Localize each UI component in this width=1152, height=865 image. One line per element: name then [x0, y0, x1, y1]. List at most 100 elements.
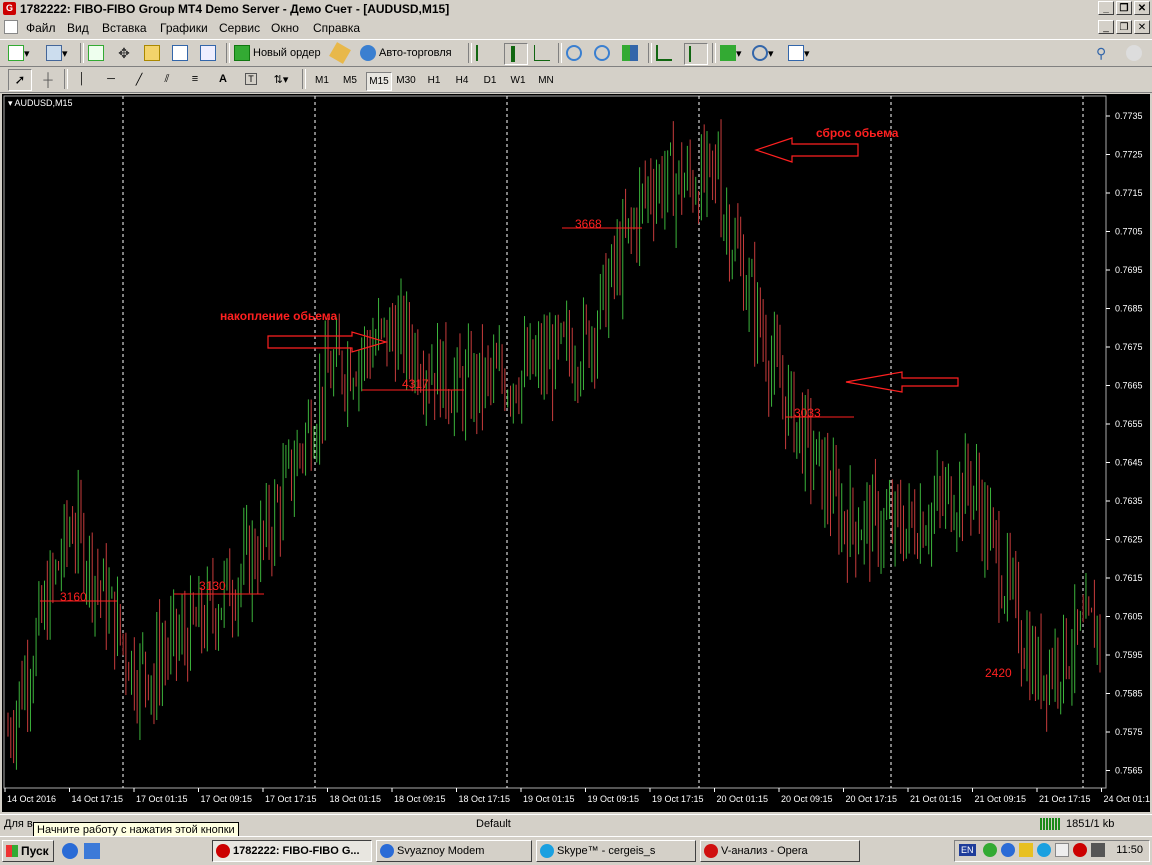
- tf-h1[interactable]: H1: [422, 72, 446, 89]
- price-chart[interactable]: 3160 3130 4317 3668 3033 2420 накопление обьем…: [2, 94, 1150, 812]
- app-icon[interactable]: G: [3, 2, 16, 15]
- language-indicator[interactable]: EN: [959, 844, 976, 856]
- new-chart-button[interactable]: ▾: [8, 43, 30, 63]
- menu-tools[interactable]: Сервис: [219, 21, 260, 35]
- tile-windows-icon: [622, 45, 638, 61]
- tf-m15[interactable]: M15: [366, 72, 392, 91]
- periods-button[interactable]: ▾: [752, 43, 774, 63]
- mdi-close-button[interactable]: ✕: [1134, 20, 1150, 34]
- menu-insert[interactable]: Вставка: [102, 21, 147, 35]
- trendline-icon: ╱: [135, 73, 143, 86]
- chart-window-icon[interactable]: [4, 20, 18, 34]
- line-chart-button[interactable]: [534, 43, 550, 63]
- navigator-button[interactable]: [144, 43, 160, 63]
- vertical-line-tool[interactable]: │: [74, 69, 90, 89]
- pencil-icon: [329, 42, 351, 64]
- strategy-tester-button[interactable]: [200, 43, 216, 63]
- desktop-icon[interactable]: [84, 843, 100, 859]
- profiles-icon: [46, 45, 62, 61]
- fibonacci-tool[interactable]: ≡: [186, 69, 204, 89]
- zoom-in-button[interactable]: [566, 43, 582, 63]
- menu-view[interactable]: Вид: [67, 21, 89, 35]
- mdi-minimize-button[interactable]: _: [1098, 20, 1114, 34]
- vertical-line-icon: │: [78, 73, 86, 85]
- tf-h4[interactable]: H4: [450, 72, 474, 89]
- restore-button[interactable]: ❐: [1116, 1, 1132, 15]
- community-button[interactable]: [1126, 43, 1142, 63]
- text-label-icon: T: [245, 73, 257, 85]
- candlestick-button[interactable]: [504, 43, 528, 65]
- arrows-tool[interactable]: ⇅▾: [268, 69, 294, 89]
- tf-d1[interactable]: D1: [478, 72, 502, 89]
- tf-m30[interactable]: M30: [394, 72, 418, 89]
- mt4-icon: [216, 844, 230, 858]
- tray-shield-icon[interactable]: [1019, 843, 1033, 857]
- task-opera[interactable]: V-анализ - Opera: [700, 840, 860, 862]
- price-tick-label: 0.7675: [1115, 342, 1143, 352]
- tray-skype-icon[interactable]: [1037, 843, 1051, 857]
- task-modem[interactable]: Svyaznoy Modem: [376, 840, 532, 862]
- tray-monitor-icon[interactable]: [1055, 843, 1069, 857]
- price-tick-label: 0.7735: [1115, 111, 1143, 121]
- terminal-button[interactable]: [172, 43, 188, 63]
- arrow-left-annotation-2: [845, 371, 959, 393]
- price-tick-label: 0.7625: [1115, 535, 1143, 545]
- time-tick-label: 20 Oct 17:15: [846, 794, 898, 804]
- task-skype[interactable]: Skype™ - cergeis_s: [536, 840, 696, 862]
- autotrading-button[interactable]: Авто-торговля: [360, 43, 452, 63]
- task-mt4[interactable]: 1782222: FIBO-FIBO G...: [212, 840, 372, 862]
- profiles-button[interactable]: ▾: [46, 43, 68, 63]
- crosshair-icon: ┼: [43, 71, 53, 87]
- tf-m1[interactable]: M1: [310, 72, 334, 89]
- status-help: Для в: [4, 818, 33, 830]
- menu-charts[interactable]: Графики: [160, 21, 208, 35]
- menu-window[interactable]: Окно: [271, 21, 299, 35]
- tile-windows-button[interactable]: [622, 43, 638, 63]
- tf-mn[interactable]: MN: [534, 72, 558, 89]
- trendline-tool[interactable]: ╱: [130, 69, 148, 89]
- search-button[interactable]: ⚲: [1096, 43, 1106, 63]
- tray-volume-icon[interactable]: [1091, 843, 1105, 857]
- data-window-button[interactable]: ✥: [116, 43, 132, 63]
- time-tick-label: 20 Oct 09:15: [781, 794, 833, 804]
- clock[interactable]: 11:50: [1116, 844, 1143, 856]
- ie-icon[interactable]: [62, 843, 78, 859]
- templates-button[interactable]: ▾: [788, 43, 810, 63]
- tray-app-icon[interactable]: [983, 843, 997, 857]
- text-tool[interactable]: A: [214, 69, 232, 89]
- close-button[interactable]: ✕: [1134, 1, 1150, 15]
- price-tick-label: 0.7585: [1115, 689, 1143, 699]
- taskbar: Пуск 1782222: FIBO-FIBO G... Svyaznoy Mo…: [0, 836, 1152, 865]
- channel-tool[interactable]: ⫽: [158, 69, 176, 89]
- mdi-restore-button[interactable]: ❐: [1116, 20, 1132, 34]
- accumulation-annotation: накопление обьема: [220, 309, 337, 323]
- time-tick-label: 19 Oct 01:15: [523, 794, 575, 804]
- zoom-out-button[interactable]: [594, 43, 610, 63]
- start-button[interactable]: Пуск: [2, 840, 54, 862]
- time-tick-label: 21 Oct 17:15: [1039, 794, 1091, 804]
- indicators-button[interactable]: ▾: [720, 43, 742, 63]
- tf-m5[interactable]: M5: [338, 72, 362, 89]
- bar-chart-button[interactable]: [476, 43, 492, 63]
- chat-icon: [1126, 45, 1142, 61]
- crosshair-tool[interactable]: ┼: [38, 69, 58, 89]
- tf-w1[interactable]: W1: [506, 72, 530, 89]
- tray-network-icon[interactable]: [1001, 843, 1015, 857]
- magnifier-doc-icon: [200, 45, 216, 61]
- price-tick-label: 0.7715: [1115, 188, 1143, 198]
- menu-file[interactable]: Файл: [26, 21, 56, 35]
- tray-mt4-icon[interactable]: [1073, 843, 1087, 857]
- new-order-button[interactable]: Новый ордер: [234, 43, 321, 63]
- minimize-button[interactable]: _: [1098, 1, 1114, 15]
- text-label-tool[interactable]: T: [242, 69, 260, 89]
- chart-area[interactable]: 3160 3130 4317 3668 3033 2420 накопление обьем…: [2, 94, 1150, 812]
- cursor-tool[interactable]: ➚: [8, 69, 32, 91]
- metaeditor-button[interactable]: [329, 42, 351, 64]
- chart-shift-button[interactable]: [684, 43, 708, 65]
- horizontal-line-tool[interactable]: ─: [102, 69, 120, 89]
- chart-autoscroll-button[interactable]: [656, 43, 672, 63]
- market-watch-icon: [88, 45, 104, 61]
- market-watch-button[interactable]: [88, 43, 104, 63]
- menu-help[interactable]: Справка: [313, 21, 360, 35]
- price-tick-label: 0.7685: [1115, 304, 1143, 314]
